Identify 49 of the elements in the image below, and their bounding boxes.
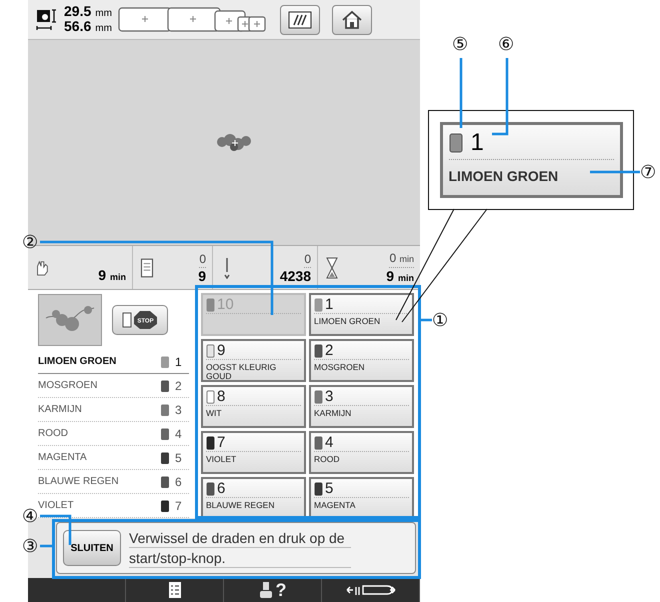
callout-number: ④	[22, 506, 38, 526]
callout-number: ⑥	[498, 34, 514, 54]
size-value: 29.5	[64, 4, 92, 18]
thread-list-row[interactable]: MAGENTA 5	[38, 446, 189, 470]
sewing-machine-icon	[258, 581, 272, 599]
stitch-total: 4238	[280, 268, 311, 284]
thread-button[interactable]: 3 KARMIJN	[309, 385, 414, 428]
thread-button[interactable]: 1 LIMOEN GROEN	[309, 293, 414, 336]
hoop-size-icon	[118, 6, 268, 32]
thread-button[interactable]: 2 MOSGROEN	[309, 339, 414, 382]
size-unit: mm	[95, 6, 112, 20]
stitch-pattern-icon	[288, 10, 312, 28]
callout-number: ③	[22, 536, 38, 556]
checklist-icon	[168, 581, 182, 599]
pattern-button[interactable]	[280, 4, 320, 34]
thread-list-row[interactable]: ROOD 4	[38, 422, 189, 446]
stitch-current: 0	[304, 251, 311, 268]
callout-number: ⑤	[452, 34, 468, 54]
leader-line	[419, 318, 432, 322]
size-value: 56.6	[64, 20, 92, 32]
thread-name: LIMOEN GROEN	[448, 168, 560, 184]
color-current: 0	[199, 251, 206, 268]
time-total: 9 min	[386, 268, 414, 286]
thread-button[interactable]: 7 VIOLET	[201, 431, 306, 474]
hoop-move-icon	[346, 583, 396, 597]
home-icon	[340, 10, 363, 30]
callout-number: ⑦	[640, 162, 656, 182]
thread-number: 1	[470, 129, 484, 157]
time-current: 0 min	[389, 250, 414, 268]
close-button[interactable]: SLUITEN	[63, 530, 121, 566]
floral-embroidery-drawing	[214, 132, 254, 154]
leader-line	[590, 170, 640, 174]
thread-list-row[interactable]: KARMIJN 3	[38, 398, 189, 422]
thread-list-row[interactable]: MOSGROEN 2	[38, 374, 189, 398]
home-button[interactable]	[332, 4, 372, 34]
size-icon	[36, 8, 58, 30]
thread-button[interactable]: 4 ROOD	[309, 431, 414, 474]
callout-number: ①	[432, 310, 448, 330]
thread-button[interactable]: 9 OOGST KLEURIG GOUD	[201, 339, 306, 382]
color-total: 9	[198, 268, 206, 284]
spool-icon	[139, 256, 155, 278]
leader-line	[460, 58, 462, 128]
callout-number: ②	[22, 232, 38, 252]
size-unit: mm	[95, 22, 112, 34]
thread-button[interactable]: 8 WIT	[201, 385, 306, 428]
time-left: 9 min	[98, 266, 126, 284]
hourglass-icon	[324, 256, 340, 278]
thread-list-row[interactable]: LIMOEN GROEN 1	[38, 350, 189, 374]
thread-list-row[interactable]: BLAUWE REGEN 6	[38, 470, 189, 494]
